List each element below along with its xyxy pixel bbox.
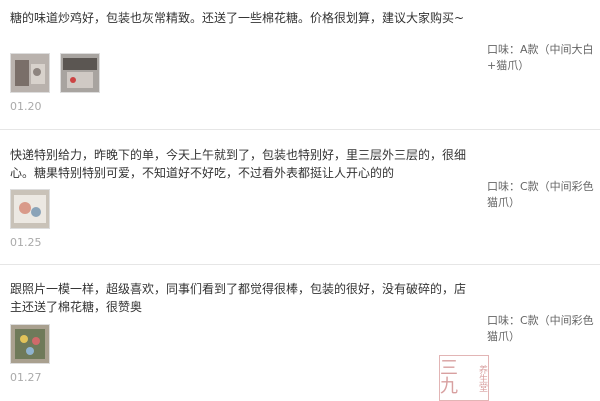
photo-image bbox=[61, 54, 99, 92]
flavor-line: 口味：C款（中间彩色 bbox=[487, 180, 594, 193]
watermark-small-text: 养生堂 bbox=[477, 364, 487, 392]
review-date: 01.25 bbox=[10, 236, 42, 249]
review-text: 糖的味道炒鸡好，包装也灰常精致。还送了一些棉花糖。价格很划算，建议大家购买~ bbox=[10, 11, 465, 25]
review-date: 01.27 bbox=[10, 371, 42, 384]
photo-image bbox=[11, 325, 49, 363]
flavor-line: 猫爪） bbox=[487, 330, 520, 343]
review-photo-thumbnail[interactable] bbox=[10, 324, 50, 364]
flavor-info: 口味：A款（中间大白 +猫爪） bbox=[487, 42, 600, 74]
flavor-line: 口味：A款（中间大白 bbox=[487, 43, 594, 56]
watermark-logo: 三九 养生堂 bbox=[439, 355, 489, 401]
photo-image bbox=[11, 190, 49, 228]
review-photo-thumbnail[interactable] bbox=[10, 53, 50, 93]
divider bbox=[0, 129, 600, 130]
review-date: 01.20 bbox=[10, 100, 42, 113]
flavor-info: 口味：C款（中间彩色 猫爪） bbox=[487, 179, 600, 211]
flavor-info: 口味：C款（中间彩色 猫爪） bbox=[487, 313, 600, 345]
review-photo-thumbnail[interactable] bbox=[60, 53, 100, 93]
flavor-line: 口味：C款（中间彩色 bbox=[487, 314, 594, 327]
divider bbox=[0, 264, 600, 265]
flavor-line: 猫爪） bbox=[487, 196, 520, 209]
watermark-big-text: 三九 bbox=[440, 358, 458, 397]
review-text: 跟照片一模一样，超级喜欢，同事们看到了都觉得很棒，包装的很好，没有破碎的，店主还… bbox=[10, 282, 467, 314]
flavor-line: +猫爪） bbox=[487, 59, 530, 72]
photo-image bbox=[11, 54, 49, 92]
review-text: 快递特别给力，昨晚下的单，今天上午就到了，包装也特别好，里三层外三层的，很细心。… bbox=[10, 148, 467, 180]
review-photo-thumbnail[interactable] bbox=[10, 189, 50, 229]
